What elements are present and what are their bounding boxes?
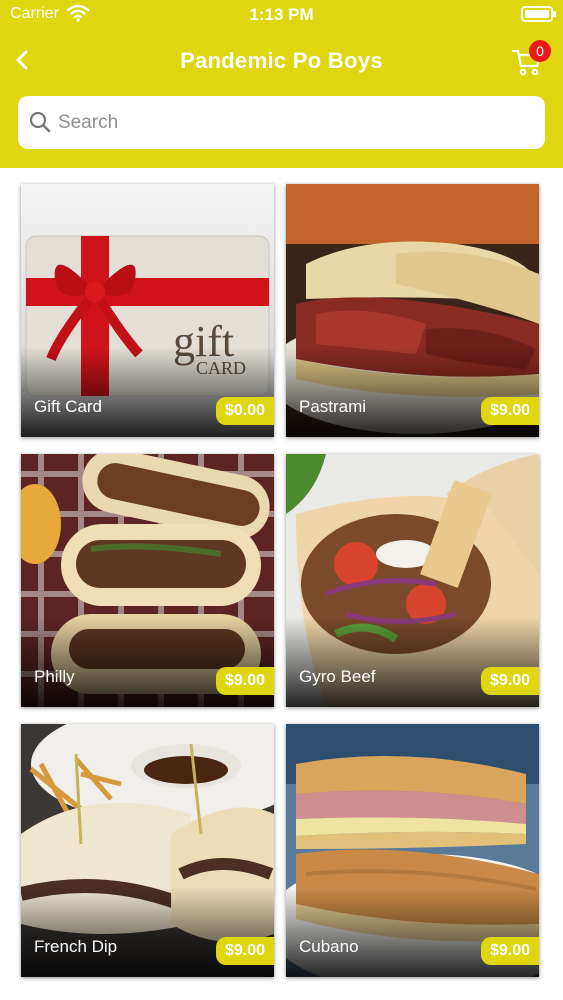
product-price: $9.00	[480, 937, 539, 965]
product-tile-gift-card[interactable]: gift CARD Gift Card $0.00	[21, 184, 274, 437]
status-bar: Carrier 1:13 PM	[0, 0, 563, 30]
product-price: $9.00	[480, 667, 539, 695]
product-price: $9.00	[215, 667, 274, 695]
search-bar[interactable]	[18, 96, 545, 149]
product-grid: gift CARD Gift Card $0.00 Pastrami $9.00	[0, 168, 563, 1000]
product-price: $9.00	[215, 937, 274, 965]
battery-icon	[521, 6, 556, 22]
cart-button[interactable]: 0	[511, 40, 551, 80]
product-tile-philly[interactable]: Philly $9.00	[21, 454, 274, 707]
navigation-bar: Pandemic Po Boys 0	[0, 36, 563, 86]
app-header: Carrier 1:13 PM Pandemic Po Boys 0	[0, 0, 563, 168]
product-name: Cubano	[299, 937, 359, 956]
product-name: Pastrami	[299, 397, 367, 416]
product-tile-cubano[interactable]: Cubano $9.00	[286, 724, 539, 977]
product-price: $9.00	[480, 397, 539, 425]
product-name: Gyro Beef	[299, 667, 376, 686]
product-tile-pastrami[interactable]: Pastrami $9.00	[286, 184, 539, 437]
product-price: $0.00	[215, 397, 274, 425]
product-name: Philly	[34, 667, 75, 686]
product-name: French Dip	[34, 937, 118, 956]
product-tile-french-dip[interactable]: French Dip $9.00	[21, 724, 274, 977]
search-icon	[29, 111, 51, 133]
cart-count-badge: 0	[529, 40, 551, 62]
status-time: 1:13 PM	[249, 5, 314, 24]
product-tile-gyro-beef[interactable]: Gyro Beef $9.00	[286, 454, 539, 707]
product-name: Gift Card	[34, 397, 103, 416]
search-input[interactable]	[58, 96, 538, 149]
page-title: Pandemic Po Boys	[180, 48, 383, 73]
